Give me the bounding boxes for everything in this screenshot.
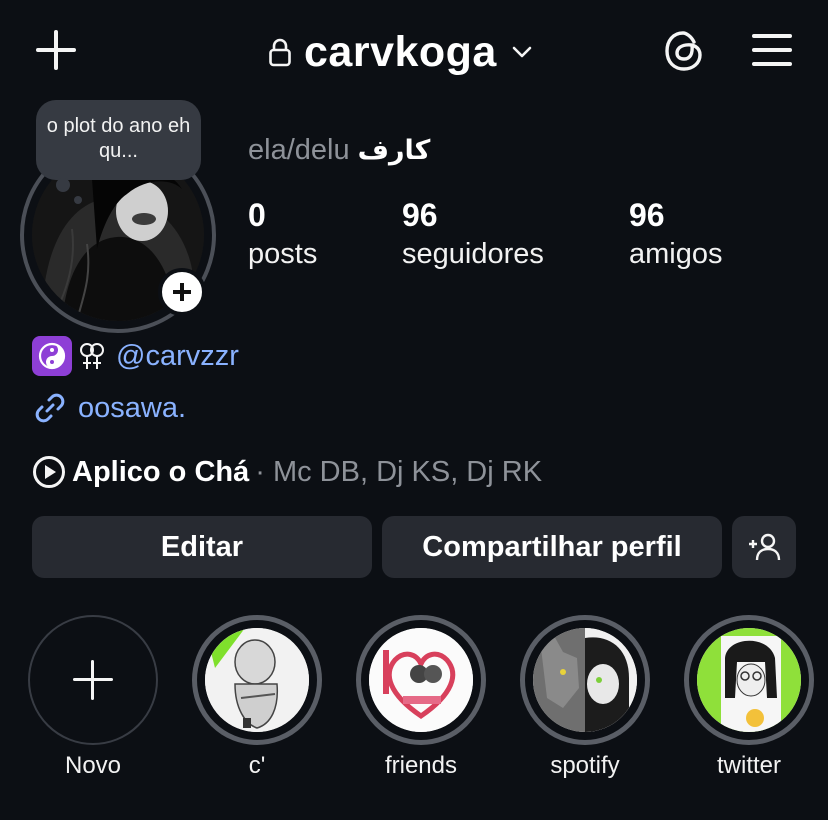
display-name: كارف xyxy=(357,135,431,166)
note-bubble[interactable]: o plot do ano eh qu... xyxy=(36,100,201,180)
highlight-item[interactable] xyxy=(520,615,650,745)
bio-line: @carvzzr xyxy=(32,336,239,376)
highlight-item[interactable] xyxy=(684,615,814,745)
stat-value: 96 xyxy=(402,197,438,233)
edit-profile-button[interactable]: Editar xyxy=(32,516,372,578)
name-line: ela/delu كارف xyxy=(248,134,430,167)
pronouns: ela/delu xyxy=(248,134,350,166)
lock-icon xyxy=(269,38,291,67)
yin-yang-emoji xyxy=(32,336,72,376)
female-symbol-icon xyxy=(80,343,104,369)
menu-icon[interactable] xyxy=(752,32,792,68)
highlight-cover xyxy=(205,628,309,732)
note-text: o plot do ano eh qu... xyxy=(46,115,191,162)
stat-friends[interactable]: 96 amigos xyxy=(629,196,723,272)
note-bubble-tail xyxy=(56,178,70,192)
account-switcher[interactable]: carvkoga xyxy=(268,26,533,78)
plus-icon xyxy=(73,660,113,700)
stat-value: 96 xyxy=(629,197,665,233)
profile-song[interactable]: Aplico o Chá · Mc DB, Dj KS, Dj RK xyxy=(32,452,542,492)
create-plus-icon[interactable] xyxy=(36,30,76,70)
stat-posts[interactable]: 0 posts xyxy=(248,196,317,272)
note-bubble-tail xyxy=(74,196,82,204)
song-title: Aplico o Chá xyxy=(72,455,250,488)
add-story-button[interactable] xyxy=(158,268,206,316)
highlight-item[interactable] xyxy=(356,615,486,745)
highlight-label: c' xyxy=(248,752,266,779)
highlight-label: friends xyxy=(384,752,458,779)
highlight-cover xyxy=(697,628,801,732)
share-profile-button[interactable]: Compartilhar perfil xyxy=(382,516,722,578)
highlight-label: spotify xyxy=(550,752,620,779)
link-icon xyxy=(35,393,65,423)
highlight-label: Novo xyxy=(64,752,122,779)
link-text: oosawa. xyxy=(78,391,187,424)
username-title: carvkoga xyxy=(304,27,497,76)
plus-icon xyxy=(173,283,191,301)
stat-label: posts xyxy=(248,238,318,270)
threads-icon[interactable] xyxy=(662,28,706,74)
add-user-icon xyxy=(749,533,781,561)
play-icon xyxy=(33,456,65,488)
mention-link[interactable]: @carvzzr xyxy=(116,340,239,373)
stat-label: amigos xyxy=(629,238,723,270)
chevron-down-icon xyxy=(512,46,532,58)
highlight-cover xyxy=(533,628,637,732)
external-link[interactable]: oosawa. xyxy=(32,388,186,428)
discover-people-button[interactable] xyxy=(732,516,796,578)
stat-label: seguidores xyxy=(402,238,544,270)
highlight-cover xyxy=(369,628,473,732)
stat-followers[interactable]: 96 seguidores xyxy=(402,196,544,272)
highlight-new[interactable] xyxy=(28,615,158,745)
highlight-label: twitter xyxy=(716,752,781,779)
stat-value: 0 xyxy=(248,197,266,233)
highlight-item[interactable] xyxy=(192,615,322,745)
song-artists: · Mc DB, Dj KS, Dj RK xyxy=(255,455,543,488)
